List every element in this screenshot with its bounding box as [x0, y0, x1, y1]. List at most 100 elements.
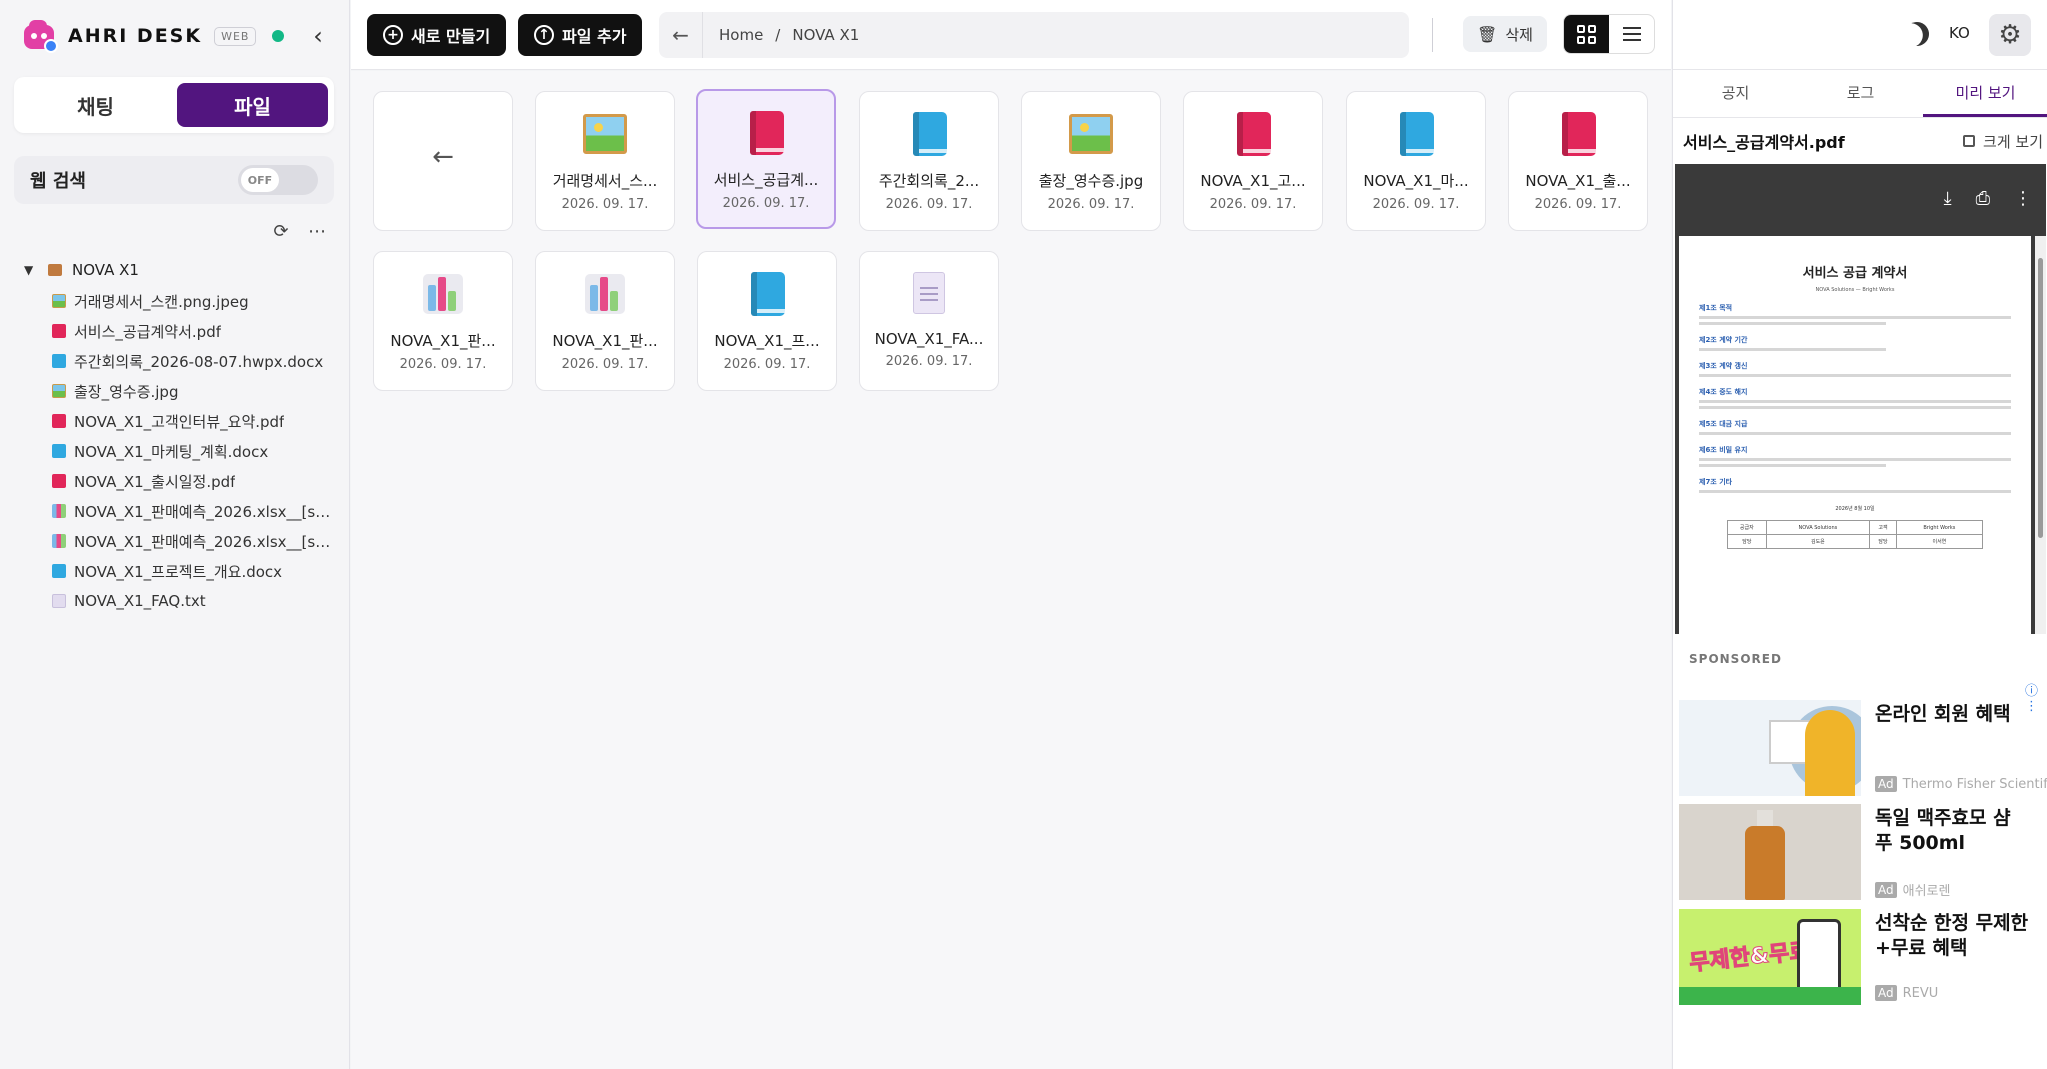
file-card[interactable]: NOVA_X1_판... 2026. 09. 17.: [373, 251, 513, 391]
tree-item[interactable]: 주간회의록_2026-08-07.hwpx.docx: [24, 346, 336, 376]
file-card[interactable]: NOVA_X1_출... 2026. 09. 17.: [1508, 91, 1648, 231]
doc-signature-table: 공급자 NOVA Solutions 고객 Bright Works 담당 김도…: [1727, 520, 1984, 549]
pdf-viewer-toolbar: ⤓ ⎙ ⋮: [1675, 164, 2046, 232]
file-card[interactable]: 주간회의록_2... 2026. 09. 17.: [859, 91, 999, 231]
file-name: 주간회의록_2...: [878, 172, 980, 190]
pdf-page: 서비스 공급 계약서 NOVA Solutions — Bright Works…: [1679, 236, 2031, 634]
list-view-button[interactable]: [1609, 15, 1654, 53]
tree-root[interactable]: ▼ NOVA X1: [24, 258, 336, 282]
tab-chat[interactable]: 채팅: [20, 83, 171, 127]
expand-label: 크게 보기: [1983, 132, 2043, 151]
delete-button[interactable]: 🗑 삭제: [1463, 16, 1547, 52]
file-card-selected[interactable]: 서비스_공급계... 2026. 09. 17.: [696, 89, 836, 229]
ad-image: [1679, 700, 1861, 796]
tree-item[interactable]: NOVA_X1_출시일정.pdf: [24, 466, 336, 496]
tree-item[interactable]: 서비스_공급계약서.pdf: [24, 316, 336, 346]
more-vertical-icon[interactable]: ⋮: [2014, 188, 2032, 209]
file-card[interactable]: 거래명세서_스... 2026. 09. 17.: [535, 91, 675, 231]
image-file-icon: [1069, 112, 1113, 156]
toolbar-divider: [1432, 18, 1433, 52]
tree-item[interactable]: NOVA_X1_고객인터뷰_요약.pdf: [24, 406, 336, 436]
file-card[interactable]: NOVA_X1_고... 2026. 09. 17.: [1183, 91, 1323, 231]
tree-item[interactable]: NOVA_X1_판매예측_2026.xlsx__[sh...: [24, 526, 336, 556]
file-card[interactable]: NOVA_X1_마... 2026. 09. 17.: [1346, 91, 1486, 231]
tree-item-label: NOVA_X1_FAQ.txt: [74, 592, 206, 610]
language-button[interactable]: KO: [1949, 24, 1970, 42]
doc-section: 제6조 비밀 유지: [1699, 446, 1748, 454]
trash-icon: 🗑: [1477, 24, 1498, 44]
file-name: 거래명세서_스...: [552, 172, 658, 190]
moon-icon[interactable]: [1901, 18, 1934, 51]
ad-item[interactable]: 독일 맥주효모 샴푸 500ml Ad 애쉬로렌: [1679, 804, 2047, 900]
file-name: NOVA_X1_판...: [390, 332, 496, 350]
tree-item[interactable]: NOVA_X1_프로젝트_개요.docx: [24, 556, 336, 586]
new-button[interactable]: + 새로 만들기: [367, 14, 507, 56]
tree-root-label: NOVA X1: [72, 261, 139, 279]
mode-tabs: 채팅 파일: [14, 77, 334, 133]
table-cell: 담당: [1727, 534, 1767, 549]
file-name: NOVA_X1_마...: [1363, 172, 1469, 190]
expand-button[interactable]: 크게 보기: [1963, 131, 2043, 152]
spreadsheet-file-icon: [583, 272, 627, 316]
file-name: 출장_영수증.jpg: [1038, 172, 1144, 190]
file-date: 2026. 09. 17.: [723, 357, 811, 372]
pdf-file-icon: [52, 324, 66, 338]
caret-down-icon: ▼: [24, 263, 34, 277]
spreadsheet-file-icon: [421, 272, 465, 316]
file-card[interactable]: 출장_영수증.jpg 2026. 09. 17.: [1021, 91, 1161, 231]
file-card[interactable]: NOVA_X1_판... 2026. 09. 17.: [535, 251, 675, 391]
tab-notice[interactable]: 공지: [1673, 78, 1798, 117]
back-arrow-icon[interactable]: ←: [659, 12, 703, 58]
doc-section: 제1조 목적: [1699, 304, 1733, 312]
tree-item-label: 출장_영수증.jpg: [74, 382, 179, 401]
tree-item[interactable]: NOVA_X1_마케팅_계획.docx: [24, 436, 336, 466]
tab-files[interactable]: 파일: [177, 83, 328, 127]
image-file-icon: [52, 294, 66, 308]
grid-view-button[interactable]: [1564, 15, 1609, 53]
tab-log[interactable]: 로그: [1798, 78, 1923, 117]
settings-button[interactable]: ⚙: [1989, 14, 2031, 56]
breadcrumb-home[interactable]: Home: [719, 26, 763, 44]
web-search-toggle[interactable]: OFF: [238, 165, 318, 195]
expand-icon: [1963, 135, 1976, 147]
tree-item[interactable]: NOVA_X1_FAQ.txt: [24, 586, 336, 616]
add-file-button[interactable]: ↑ 파일 추가: [518, 14, 643, 56]
file-card[interactable]: NOVA_X1_FA... 2026. 09. 17.: [859, 251, 999, 391]
tree-item[interactable]: NOVA_X1_판매예측_2026.xlsx__[sh...: [24, 496, 336, 526]
collapse-sidebar-button[interactable]: ‹: [304, 22, 332, 50]
ad-item[interactable]: 무제한&무료 선착순 한정 무제한+무료 혜택 Ad REVU: [1679, 909, 2047, 1005]
brand-logo-icon: [24, 19, 58, 53]
more-icon[interactable]: ⋯: [306, 220, 328, 242]
tree-item[interactable]: 거래명세서_스캔.png.jpeg: [24, 286, 336, 316]
pdf-file-icon: [52, 414, 66, 428]
file-card[interactable]: NOVA_X1_프... 2026. 09. 17.: [697, 251, 837, 391]
file-date: 2026. 09. 17.: [885, 354, 973, 369]
ad-item[interactable]: 온라인 회원 혜택 Ad Thermo Fisher Scientific: [1679, 700, 2047, 796]
toolbar: + 새로 만들기 ↑ 파일 추가 ← Home / NOVA X1 🗑 삭제: [351, 0, 1671, 70]
doc-section: 제7조 기타: [1699, 478, 1733, 486]
text-file-icon: [907, 272, 951, 316]
brand-name: AHRI DESK: [68, 25, 203, 47]
file-name: 서비스_공급계...: [713, 171, 819, 189]
print-icon[interactable]: ⎙: [1976, 188, 1990, 209]
file-date: 2026. 09. 17.: [722, 196, 810, 211]
tab-preview[interactable]: 미리 보기: [1923, 78, 2047, 117]
doc-file-icon: [52, 444, 66, 458]
ad-banner-text: 무제한&무료: [1688, 938, 1811, 977]
file-date: 2026. 09. 17.: [1047, 197, 1135, 212]
ad-title: 선착순 한정 무제한+무료 혜택: [1875, 912, 2029, 959]
file-date: 2026. 09. 17.: [561, 357, 649, 372]
pdf-scrollbar[interactable]: [2035, 236, 2046, 634]
doc-file-icon: [52, 564, 66, 578]
download-icon[interactable]: ⤓: [1944, 188, 1952, 209]
back-folder-card[interactable]: ←: [373, 91, 513, 231]
tree-item-label: NOVA_X1_마케팅_계획.docx: [74, 442, 269, 461]
tree-item-label: NOVA_X1_판매예측_2026.xlsx__[sh...: [74, 502, 336, 521]
breadcrumb-current: NOVA X1: [792, 26, 860, 44]
grid-icon: [1577, 24, 1596, 44]
file-date: 2026. 09. 17.: [1372, 197, 1460, 212]
tree-item[interactable]: 출장_영수증.jpg: [24, 376, 336, 406]
ad-image: 무제한&무료: [1679, 909, 1861, 1005]
ad-title: 독일 맥주효모 샴푸 500ml: [1875, 807, 2011, 854]
refresh-icon[interactable]: ⟳: [270, 220, 292, 242]
